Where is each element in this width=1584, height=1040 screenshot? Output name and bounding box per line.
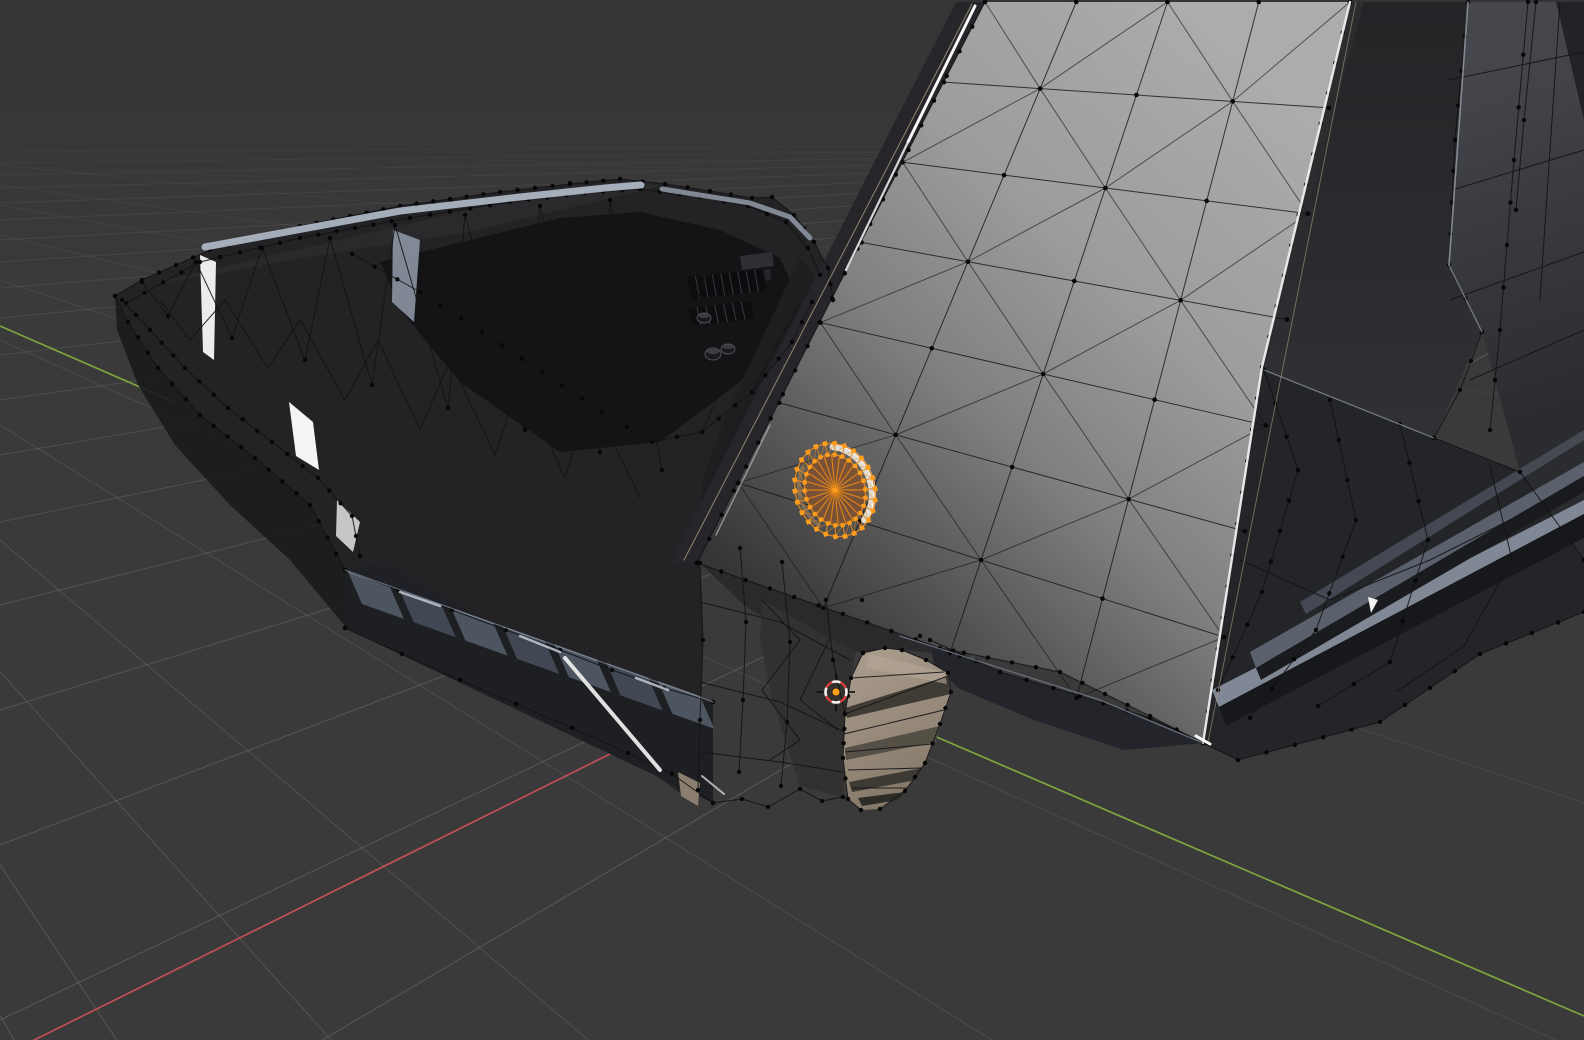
viewport-canvas[interactable]	[0, 0, 1584, 1040]
blender-viewport[interactable]	[0, 0, 1584, 1040]
